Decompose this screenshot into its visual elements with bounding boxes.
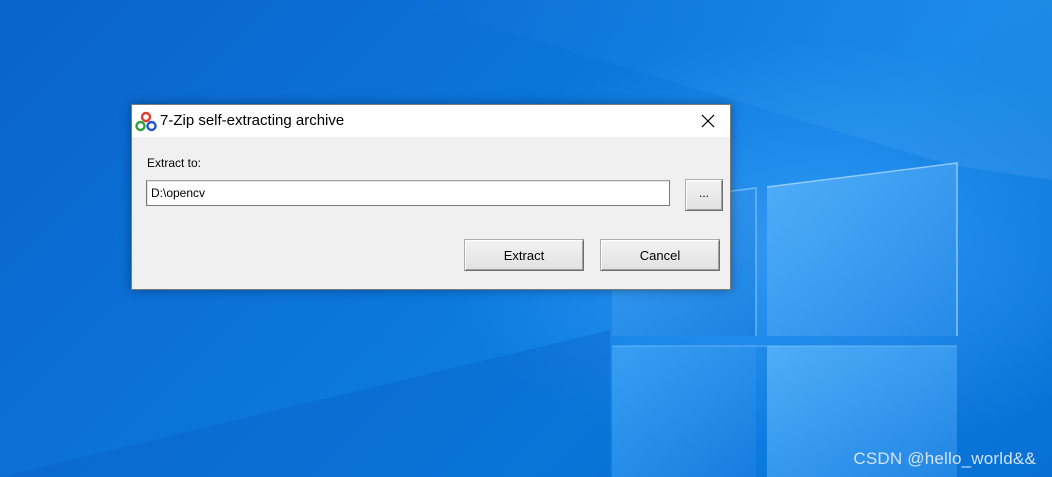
7zip-sfx-icon (135, 111, 157, 132)
title-bar[interactable]: 7-Zip self-extracting archive (132, 105, 730, 137)
browse-button[interactable]: ... (685, 179, 723, 211)
extract-to-label: Extract to: (147, 156, 202, 170)
extract-path-input[interactable] (146, 180, 670, 206)
close-icon (701, 114, 715, 128)
window-title: 7-Zip self-extracting archive (160, 112, 345, 129)
cancel-button[interactable]: Cancel (600, 239, 720, 271)
extract-button[interactable]: Extract (464, 239, 584, 271)
watermark-text: CSDN @hello_world&& (853, 449, 1036, 468)
close-button[interactable] (686, 105, 730, 137)
sfx-dialog: 7-Zip self-extracting archive Extract to… (131, 104, 731, 290)
desktop-background: 7-Zip self-extracting archive Extract to… (0, 0, 1052, 477)
